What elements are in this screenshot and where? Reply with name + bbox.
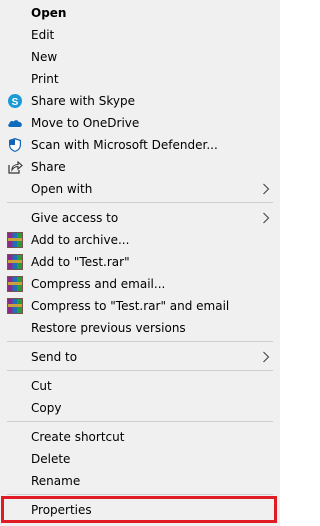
menu-item-edit-label: Edit <box>31 28 55 42</box>
menu-item-rename[interactable]: Rename <box>0 470 280 492</box>
winrar-icon <box>7 276 23 292</box>
menu-separator <box>7 202 273 203</box>
menu-item-share[interactable]: Share <box>0 156 280 178</box>
menu-item-create-shortcut-label: Create shortcut <box>31 430 125 444</box>
winrar-icon <box>7 254 23 270</box>
menu-item-new[interactable]: New <box>0 46 280 68</box>
menu-item-restore-versions[interactable]: Restore previous versions <box>0 317 280 339</box>
menu-item-add-test-rar[interactable]: Add to "Test.rar" <box>0 251 280 273</box>
menu-item-cut[interactable]: Cut <box>0 375 280 397</box>
menu-item-add-archive-label: Add to archive... <box>31 233 130 247</box>
context-menu: Open Edit New Print S Share with Skype M… <box>0 0 280 526</box>
menu-item-give-access[interactable]: Give access to <box>0 207 280 229</box>
menu-item-give-access-label: Give access to <box>31 211 119 225</box>
menu-item-scan-defender-label: Scan with Microsoft Defender... <box>31 138 218 152</box>
menu-item-add-test-rar-label: Add to "Test.rar" <box>31 255 130 269</box>
menu-separator <box>7 341 273 342</box>
menu-item-send-to-label: Send to <box>31 350 78 364</box>
menu-item-edit[interactable]: Edit <box>0 24 280 46</box>
menu-item-open-with-label: Open with <box>31 182 93 196</box>
menu-item-new-label: New <box>31 50 58 64</box>
winrar-icon <box>7 298 23 314</box>
menu-item-add-archive[interactable]: Add to archive... <box>0 229 280 251</box>
menu-separator <box>7 421 273 422</box>
menu-item-print[interactable]: Print <box>0 68 280 90</box>
menu-item-cut-label: Cut <box>31 379 52 393</box>
menu-item-compress-email-label: Compress and email... <box>31 277 166 291</box>
menu-item-move-onedrive-label: Move to OneDrive <box>31 116 140 130</box>
winrar-icon <box>7 232 23 248</box>
chevron-right-icon <box>263 212 270 224</box>
chevron-right-icon <box>263 351 270 363</box>
menu-item-open-label: Open <box>31 6 67 20</box>
menu-item-share-label: Share <box>31 160 66 174</box>
menu-item-compress-test-email-label: Compress to "Test.rar" and email <box>31 299 230 313</box>
defender-shield-icon <box>7 137 23 153</box>
menu-item-restore-versions-label: Restore previous versions <box>31 321 186 335</box>
menu-item-rename-label: Rename <box>31 474 81 488</box>
svg-text:S: S <box>12 97 19 108</box>
menu-item-open-with[interactable]: Open with <box>0 178 280 200</box>
menu-item-delete-label: Delete <box>31 452 71 466</box>
menu-item-print-label: Print <box>31 72 59 86</box>
chevron-right-icon <box>263 183 270 195</box>
menu-item-delete[interactable]: Delete <box>0 448 280 470</box>
menu-separator <box>7 494 273 495</box>
menu-item-create-shortcut[interactable]: Create shortcut <box>0 426 280 448</box>
menu-item-share-skype-label: Share with Skype <box>31 94 135 108</box>
menu-separator <box>7 370 273 371</box>
menu-item-copy[interactable]: Copy <box>0 397 280 419</box>
skype-icon: S <box>7 93 23 109</box>
menu-item-move-onedrive[interactable]: Move to OneDrive <box>0 112 280 134</box>
menu-item-scan-defender[interactable]: Scan with Microsoft Defender... <box>0 134 280 156</box>
share-icon <box>7 159 23 175</box>
menu-item-copy-label: Copy <box>31 401 62 415</box>
menu-item-compress-test-email[interactable]: Compress to "Test.rar" and email <box>0 295 280 317</box>
menu-item-share-skype[interactable]: S Share with Skype <box>0 90 280 112</box>
menu-item-send-to[interactable]: Send to <box>0 346 280 368</box>
properties-highlight-box <box>1 496 277 523</box>
menu-item-compress-email[interactable]: Compress and email... <box>0 273 280 295</box>
onedrive-icon <box>7 115 23 131</box>
menu-item-open[interactable]: Open <box>0 2 280 24</box>
